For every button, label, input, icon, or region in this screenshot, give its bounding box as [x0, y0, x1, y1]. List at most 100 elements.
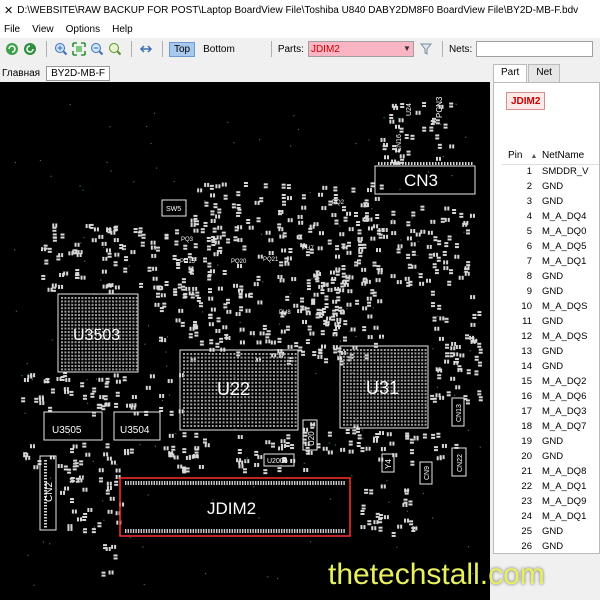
pin-column-header[interactable]: Pin ▲ [502, 147, 542, 165]
tab-net[interactable]: Net [528, 64, 560, 82]
passive-pad [349, 250, 352, 255]
passive-pad [407, 276, 410, 281]
board-canvas[interactable]: CN3 U3503 U22 U31 U3505 U3504 CN2 JDIM2 … [0, 82, 490, 600]
passive-pad [225, 336, 228, 341]
passive-pad [313, 273, 316, 278]
bga-ball [233, 363, 236, 366]
passive-pad [452, 212, 457, 215]
table-row[interactable]: 4 M_A_DQ4 [502, 209, 599, 224]
menu-view[interactable]: View [32, 24, 54, 35]
passive-pad [202, 441, 207, 444]
jdim2-pin [304, 481, 306, 485]
bga-ball [125, 348, 128, 350]
refresh-icon[interactable] [4, 41, 20, 57]
passive-pad [180, 324, 185, 327]
flip-icon[interactable] [138, 41, 154, 57]
table-row[interactable]: 12 M_A_DQS [502, 329, 599, 344]
menu-file[interactable]: File [4, 24, 20, 35]
board-svg[interactable]: CN3 U3503 U22 U31 U3505 U3504 CN2 JDIM2 … [0, 82, 490, 600]
zoom-area-icon[interactable] [107, 41, 123, 57]
bga-ball [226, 417, 229, 420]
passive-pad [346, 302, 349, 307]
bga-ball [251, 417, 254, 420]
rotate-icon[interactable] [22, 41, 38, 57]
fit-to-window-icon[interactable] [71, 41, 87, 57]
zoom-out-icon[interactable] [89, 41, 105, 57]
bga-ball [91, 297, 94, 299]
table-row[interactable]: 11 GND [502, 314, 599, 329]
passive-pad [172, 254, 177, 257]
table-row[interactable]: 14 GND [502, 359, 599, 374]
passive-pad [309, 331, 312, 336]
via-dot [103, 519, 105, 521]
file-tab[interactable]: BY2D-MB-F [46, 65, 110, 81]
bga-ball [421, 403, 424, 406]
bga-ball [135, 354, 138, 357]
passive-pad [60, 490, 63, 495]
table-row[interactable]: 17 M_A_DQ3 [502, 404, 599, 419]
bga-ball [186, 389, 189, 391]
menu-help[interactable]: Help [112, 24, 133, 35]
table-row[interactable]: 2 GND [502, 179, 599, 194]
zoom-in-icon[interactable] [53, 41, 69, 57]
table-row[interactable]: 15 M_A_DQ2 [502, 374, 599, 389]
table-row[interactable]: 24 M_A_DQ1 [502, 509, 599, 524]
passive-pad [182, 468, 187, 471]
table-row[interactable]: 19 GND [502, 434, 599, 449]
parts-combo[interactable]: ▼ [307, 41, 414, 57]
bga-ball [407, 383, 410, 385]
passive-pad [287, 261, 290, 266]
table-row[interactable]: 6 M_A_DQ5 [502, 239, 599, 254]
cn3-pin [384, 162, 386, 165]
chevron-down-icon[interactable]: ▼ [403, 44, 411, 53]
bga-ball [397, 359, 400, 362]
table-row[interactable]: 23 M_A_DQ9 [502, 494, 599, 509]
bga-ball [390, 410, 393, 413]
passive-pad [50, 388, 55, 391]
bga-ball [132, 348, 135, 350]
passive-pad [370, 182, 375, 185]
clear-filter-icon[interactable] [418, 41, 434, 57]
table-row[interactable]: 26 GND [502, 539, 599, 553]
passive-pad [213, 218, 216, 223]
table-row[interactable]: 7 M_A_DQ1 [502, 254, 599, 269]
bga-ball [287, 374, 290, 377]
bga-ball [229, 407, 232, 409]
table-row[interactable]: 16 M_A_DQ6 [502, 389, 599, 404]
table-row[interactable]: 1 SMDDR_V [502, 164, 599, 179]
passive-pad [237, 434, 240, 439]
table-row[interactable]: 10 M_A_DQS [502, 299, 599, 314]
y4-label: Y4 [384, 459, 393, 469]
table-row[interactable]: 13 GND [502, 344, 599, 359]
menu-options[interactable]: Options [66, 24, 100, 35]
table-row[interactable]: 5 M_A_DQ0 [502, 224, 599, 239]
table-row[interactable]: 20 GND [502, 449, 599, 464]
table-row[interactable]: 8 GND [502, 269, 599, 284]
bga-ball [247, 367, 250, 370]
bga-ball [61, 331, 63, 333]
parts-input[interactable] [308, 42, 397, 56]
bga-ball [101, 354, 104, 357]
table-row[interactable]: 9 GND [502, 284, 599, 299]
bga-ball [251, 403, 254, 406]
top-side-button[interactable]: Top [169, 41, 196, 57]
via-dot [116, 464, 118, 466]
nets-input[interactable] [476, 41, 594, 57]
table-row[interactable]: 22 M_A_DQ1 [502, 479, 599, 494]
table-row[interactable]: 3 GND [502, 194, 599, 209]
jdim2-pin [340, 529, 343, 533]
bottom-side-button[interactable]: Bottom [199, 43, 239, 56]
jdim2-pin [200, 481, 202, 485]
table-row[interactable]: 21 M_A_DQ8 [502, 464, 599, 479]
bga-ball [251, 414, 254, 417]
passive-pad [405, 432, 410, 435]
jdim2-pin [179, 481, 181, 485]
table-row[interactable]: 18 M_A_DQ7 [502, 419, 599, 434]
table-row[interactable]: 25 GND [502, 524, 599, 539]
tab-part[interactable]: Part [493, 64, 528, 82]
home-tab[interactable]: Главная [2, 68, 40, 79]
passive-pad [365, 446, 368, 451]
netname-column-header[interactable]: NetName [542, 147, 599, 165]
bga-ball [269, 363, 272, 366]
bga-ball [226, 374, 229, 377]
